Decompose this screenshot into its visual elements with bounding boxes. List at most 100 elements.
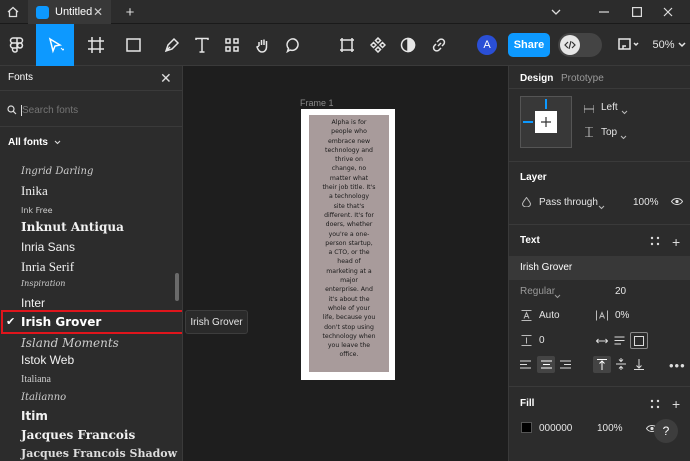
close-window-button[interactable]	[656, 0, 680, 24]
font-item-inria-serif[interactable]: Inria Serif	[21, 259, 74, 275]
share-button[interactable]: Share	[508, 24, 550, 66]
comment-tool-icon[interactable]	[282, 24, 306, 66]
search-field[interactable]	[0, 95, 182, 125]
search-input[interactable]	[22, 102, 172, 118]
font-item-inspiration[interactable]: Inspiration	[21, 279, 65, 288]
scrollbar-thumb[interactable]	[175, 273, 179, 301]
layer-opacity[interactable]: 100%	[633, 197, 659, 208]
home-icon[interactable]	[0, 0, 26, 24]
constraints-widget[interactable]	[520, 96, 572, 148]
align-bottom-icon[interactable]	[634, 359, 644, 373]
move-tool-button[interactable]	[36, 24, 74, 66]
canvas-text-line: people who	[331, 128, 367, 136]
paragraph-spacing-value[interactable]: 0	[539, 335, 545, 346]
mask-icon[interactable]	[396, 24, 420, 66]
zoom-dropdown[interactable]: 50%	[652, 24, 686, 66]
line-height-value[interactable]: Auto	[539, 310, 560, 321]
font-item-istok-web[interactable]: Istok Web	[21, 353, 74, 367]
font-item-island-moments[interactable]: Island Moments	[21, 336, 119, 350]
pen-tool-button[interactable]	[154, 24, 190, 66]
font-item-irish-grover-selected[interactable]: ✔ Irish Grover	[1, 310, 182, 334]
tab-prototype[interactable]: Prototype	[561, 73, 604, 84]
filter-dropdown[interactable]: All fonts	[8, 137, 61, 148]
align-v-value[interactable]: Top	[601, 127, 617, 138]
shape-tool-button[interactable]	[116, 24, 152, 66]
fill-color-swatch[interactable]	[521, 422, 532, 433]
font-item-ink-free[interactable]: Ink Free	[21, 206, 53, 215]
frame-1[interactable]: Alpha is for people who embrace new technol…	[301, 109, 395, 380]
dev-mode-toggle[interactable]	[557, 24, 602, 66]
font-item-inria-sans[interactable]: Inria Sans	[21, 240, 75, 254]
fill-styles-icon[interactable]	[650, 399, 660, 412]
eye-icon[interactable]	[670, 197, 684, 209]
close-tab-icon[interactable]: ✕	[93, 5, 103, 19]
toolbar: A Share 50%	[0, 24, 690, 66]
canvas-text-line: whole of your	[327, 304, 371, 312]
fill-hex-value[interactable]: 000000	[539, 423, 572, 434]
font-item-jacques-francois[interactable]: Jacques Francois	[21, 428, 135, 442]
align-middle-icon[interactable]	[616, 358, 626, 373]
new-tab-button[interactable]: +	[120, 0, 140, 24]
auto-width-icon[interactable]	[595, 336, 609, 348]
chevron-down-icon	[620, 131, 627, 143]
font-size-value[interactable]: 20	[615, 286, 626, 297]
text-box[interactable]: Alpha is for people who embrace new technol…	[309, 115, 389, 372]
canvas-text-line: technology and	[325, 146, 373, 154]
checkmark-icon: ✔	[6, 316, 16, 328]
text-tool-button[interactable]	[190, 24, 214, 66]
tab-untitled[interactable]: Untitled ✕	[28, 0, 111, 24]
avatar[interactable]: A	[476, 24, 498, 66]
font-item-italiana[interactable]: Italiana	[21, 374, 51, 385]
canvas-text-line: embrace new	[327, 137, 371, 145]
canvas-text-line: major	[340, 277, 358, 285]
align-h-value[interactable]: Left	[601, 102, 618, 113]
font-item-inknut-antiqua[interactable]: Inknut Antiqua	[21, 220, 124, 234]
blend-mode-value[interactable]: Pass through	[539, 197, 598, 208]
crop-icon[interactable]	[335, 24, 359, 66]
font-family-field[interactable]: Irish Grover	[509, 256, 690, 280]
minimize-button[interactable]	[592, 0, 616, 24]
font-item-inika[interactable]: Inika	[21, 183, 48, 199]
constraint-top	[545, 99, 547, 109]
canvas-text-line: you leave the	[327, 342, 371, 350]
close-icon[interactable]: ✕	[160, 70, 172, 87]
canvas-text-line: different. It's for	[324, 211, 374, 219]
font-item-ingrid-darling[interactable]: Ingrid Darling	[21, 166, 93, 177]
fill-opacity-value[interactable]: 100%	[597, 423, 623, 434]
add-text-style-icon[interactable]: +	[672, 234, 680, 250]
canvas[interactable]: Frame 1 Alpha is for people who embrace ne…	[183, 66, 508, 461]
align-top-button[interactable]	[593, 356, 611, 373]
font-item-itim[interactable]: Itim	[21, 409, 48, 423]
text-align-right-icon[interactable]	[560, 360, 571, 372]
add-fill-icon[interactable]: +	[672, 396, 680, 412]
auto-height-icon[interactable]	[614, 336, 625, 348]
font-weight-value[interactable]: Regular	[520, 286, 555, 297]
font-item-inter[interactable]: Inter	[21, 296, 45, 310]
help-button[interactable]: ?	[654, 419, 678, 443]
align-top-icon	[597, 359, 607, 370]
link-icon[interactable]	[427, 24, 451, 66]
text-styles-icon[interactable]	[650, 236, 660, 249]
letter-spacing-value[interactable]: 0%	[615, 310, 629, 321]
divider	[509, 161, 690, 162]
frame-label[interactable]: Frame 1	[300, 98, 334, 108]
maximize-button[interactable]	[625, 0, 649, 24]
chevron-down-icon	[598, 201, 605, 213]
text-align-left-icon[interactable]	[520, 360, 531, 372]
resources-icon[interactable]	[220, 24, 244, 66]
tab-design[interactable]: Design	[520, 73, 553, 84]
frame-tool-button[interactable]	[78, 24, 114, 66]
fixed-size-button[interactable]	[630, 332, 648, 349]
main-menu-button[interactable]	[0, 24, 34, 66]
design-panel: Design Prototype Left Top Layer Pass thr…	[508, 66, 690, 461]
text-align-center-button[interactable]	[537, 356, 555, 373]
present-button[interactable]	[614, 24, 644, 66]
component-icon[interactable]	[366, 24, 390, 66]
chevron-down-icon[interactable]	[546, 0, 566, 24]
canvas-text-line: site that's	[333, 202, 365, 210]
font-item-jacques-francois-shadow[interactable]: Jacques Francois Shadow	[21, 447, 177, 460]
font-item-italianno[interactable]: Italianno	[21, 392, 66, 403]
hand-tool-icon[interactable]	[251, 24, 275, 66]
font-tooltip: Irish Grover	[185, 310, 248, 334]
more-options-icon[interactable]: •••	[669, 358, 686, 373]
